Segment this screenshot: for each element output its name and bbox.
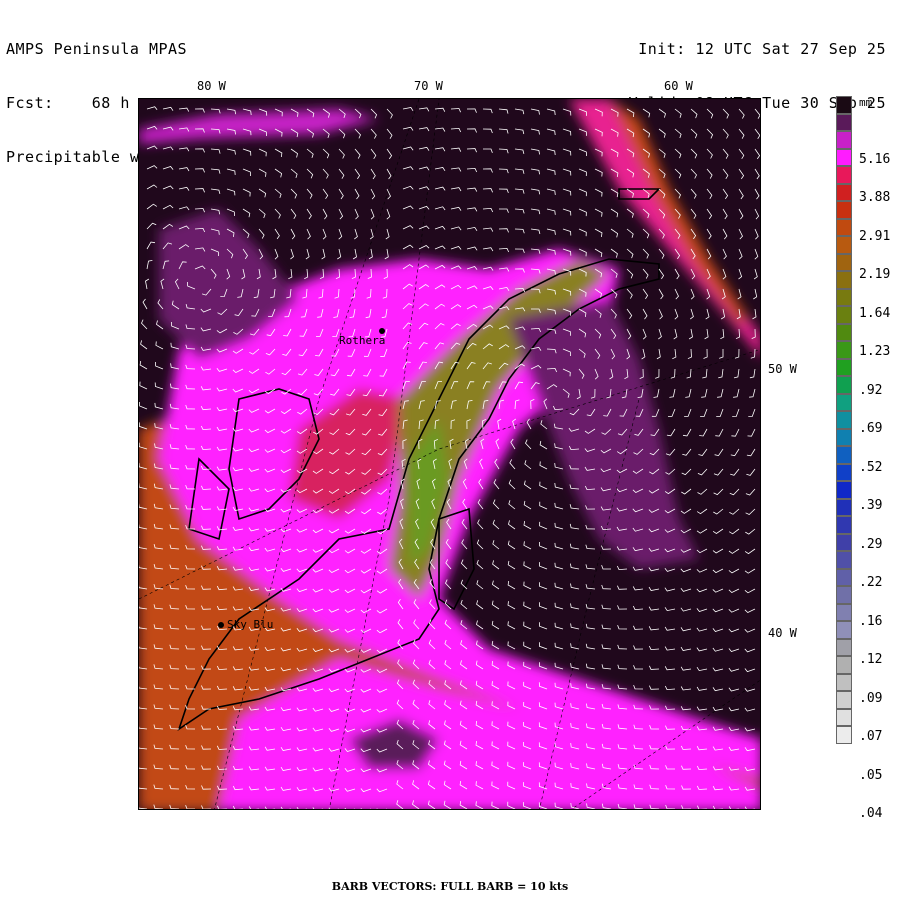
legend-label: .29 — [859, 536, 883, 552]
legend-swatch — [836, 463, 852, 481]
legend-swatch — [836, 568, 852, 586]
legend-label: .22 — [859, 575, 883, 591]
legend-label: .05 — [859, 767, 883, 783]
legend-label: .52 — [859, 459, 883, 475]
legend-swatch — [836, 113, 852, 131]
legend-label: .39 — [859, 498, 883, 514]
legend-swatch — [836, 131, 852, 149]
legend-swatch — [836, 691, 852, 709]
legend-swatch — [836, 428, 852, 446]
legend-unit: mm — [859, 96, 873, 109]
legend-swatch — [836, 201, 852, 219]
legend-swatch — [836, 166, 852, 184]
legend-swatch — [836, 323, 852, 341]
legend-swatch — [836, 218, 852, 236]
legend-label: .09 — [859, 690, 883, 706]
legend-swatch — [836, 271, 852, 289]
legend-swatch — [836, 236, 852, 254]
legend-swatch — [836, 341, 852, 359]
legend-swatch — [836, 551, 852, 569]
legend-swatch — [836, 516, 852, 534]
map-field-svg — [139, 99, 760, 809]
legend-swatch — [836, 253, 852, 271]
legend-label: 2.91 — [859, 228, 891, 244]
legend-label: 2.19 — [859, 267, 891, 283]
station-sky-blu: Sky Blu — [227, 618, 274, 631]
legend-label: .16 — [859, 613, 883, 629]
model-title: AMPS Peninsula MPAS — [6, 40, 188, 58]
legend-swatch — [836, 586, 852, 604]
lon-label-60w: 60 W — [664, 79, 693, 93]
lon-label-50w: 50 W — [768, 362, 797, 376]
legend-swatch — [836, 533, 852, 551]
legend-swatch — [836, 481, 852, 499]
legend-swatch — [836, 96, 852, 114]
lon-label-70w: 70 W — [414, 79, 443, 93]
legend-label: 3.88 — [859, 190, 891, 206]
legend-label: .04 — [859, 806, 883, 821]
legend-label: 1.23 — [859, 344, 891, 360]
legend-swatch — [836, 148, 852, 166]
legend-swatch — [836, 393, 852, 411]
barb-caption: BARB VECTORS: FULL BARB = 10 kts — [331, 880, 569, 893]
legend-label: .92 — [859, 382, 883, 398]
legend-label: .12 — [859, 652, 883, 668]
legend-swatch — [836, 288, 852, 306]
legend-swatch — [836, 726, 852, 744]
legend-label: .07 — [859, 729, 883, 745]
legend-swatch — [836, 306, 852, 324]
legend-swatch — [836, 603, 852, 621]
legend-swatch — [836, 621, 852, 639]
station-dot-sky-blu — [218, 622, 224, 628]
legend-label: .69 — [859, 421, 883, 437]
legend-swatch — [836, 498, 852, 516]
legend-swatch — [836, 183, 852, 201]
legend-swatch — [836, 656, 852, 674]
legend-label: 1.64 — [859, 305, 891, 321]
legend-swatch — [836, 358, 852, 376]
legend-swatch — [836, 411, 852, 429]
legend-swatch — [836, 376, 852, 394]
legend-label: 5.16 — [859, 151, 891, 167]
pwv-map — [138, 98, 761, 810]
lon-label-40w: 40 W — [768, 626, 797, 640]
init-time: Init: 12 UTC Sat 27 Sep 25 — [638, 40, 886, 58]
legend-swatch — [836, 708, 852, 726]
color-legend — [836, 96, 852, 744]
lon-label-80w: 80 W — [197, 79, 226, 93]
legend-swatch — [836, 638, 852, 656]
legend-swatch — [836, 446, 852, 464]
station-rothera: Rothera — [339, 334, 386, 347]
legend-swatch — [836, 673, 852, 691]
